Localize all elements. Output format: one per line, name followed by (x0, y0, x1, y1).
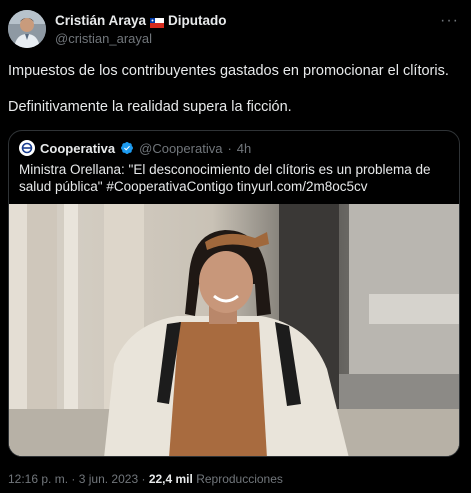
meta-separator-2: · (141, 472, 146, 486)
author-name: Cristián Araya (55, 13, 147, 28)
quoted-text: Ministra Orellana: "El desconocimiento d… (19, 162, 431, 194)
tweet-line-2: Definitivamente la realidad supera la fi… (8, 99, 292, 115)
author-avatar[interactable] (8, 10, 46, 48)
tweet-line-1: Impuestos de los contribuyentes gastados… (8, 63, 449, 79)
quoted-separator: · (227, 140, 232, 156)
quoted-header: Cooperativa @Cooperativa · 4h (19, 140, 251, 156)
views-count: 22,4 mil (148, 472, 193, 486)
quoted-handle[interactable]: @Cooperativa (139, 141, 222, 156)
author-handle[interactable]: @cristian_arayal (55, 31, 227, 46)
verified-badge-icon (120, 141, 134, 155)
quoted-time[interactable]: 4h (237, 141, 251, 156)
quoted-tweet[interactable]: Cooperativa @Cooperativa · 4h Ministra O… (8, 130, 460, 457)
chile-flag-icon (150, 16, 165, 28)
quoted-author-name[interactable]: Cooperativa (40, 141, 115, 156)
views-label: Reproducciones (196, 472, 283, 486)
tweet-date[interactable]: 3 jun. 2023 (79, 472, 138, 486)
more-icon[interactable]: ··· (440, 12, 459, 30)
quoted-photo[interactable] (9, 204, 459, 456)
meta-separator: · (71, 472, 76, 486)
tweet-header: Cristián Araya Diputado @cristian_arayal… (8, 10, 463, 52)
cooperativa-logo-icon (19, 140, 35, 156)
author-role: Diputado (168, 13, 227, 28)
tweet-text: Impuestos de los contribuyentes gastados… (8, 62, 463, 117)
author-display-name[interactable]: Cristián Araya Diputado (55, 13, 227, 28)
tweet-time[interactable]: 12:16 p. m. (8, 472, 68, 486)
tweet-meta: 12:16 p. m. · 3 jun. 2023 · 22,4 mil Rep… (8, 472, 283, 486)
